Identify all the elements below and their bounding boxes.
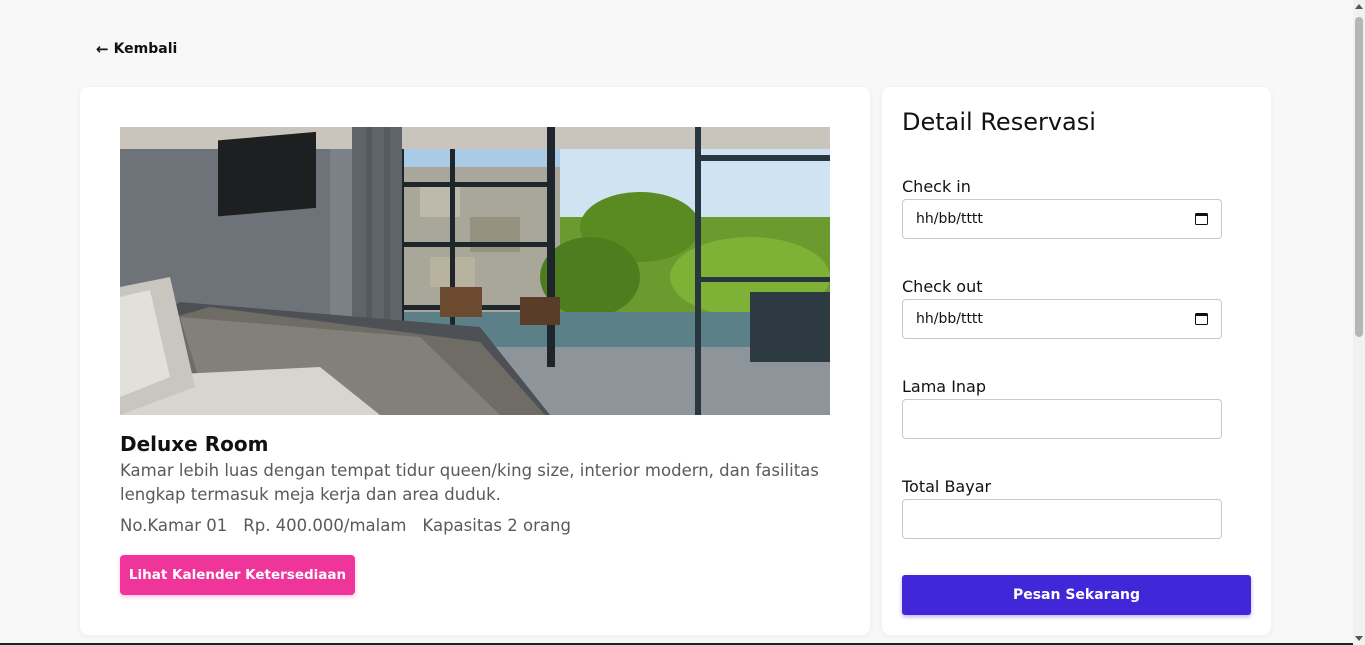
view-calendar-button[interactable]: Lihat Kalender Ketersediaan — [120, 555, 355, 595]
duration-label: Lama Inap — [902, 377, 987, 396]
total-label: Total Bayar — [902, 477, 992, 496]
calendar-icon[interactable] — [1195, 213, 1208, 225]
book-now-button[interactable]: Pesan Sekarang — [902, 575, 1251, 615]
room-photo — [120, 127, 830, 415]
reservation-title: Detail Reservasi — [902, 108, 1096, 136]
check-in-input[interactable]: hh/bb/tttt — [902, 199, 1222, 239]
room-capacity: Kapasitas 2 orang — [422, 516, 571, 535]
check-in-label: Check in — [902, 177, 971, 196]
reservation-card: Detail Reservasi Check in hh/bb/tttt Che… — [882, 87, 1271, 635]
room-title: Deluxe Room — [120, 432, 269, 456]
page: ← Kembali Deluxe Room Kamar lebih luas d… — [0, 0, 1365, 645]
calendar-icon[interactable] — [1195, 313, 1208, 325]
room-photo-illustration — [120, 127, 830, 415]
scroll-down-arrow-icon[interactable] — [1355, 636, 1363, 641]
room-price: Rp. 400.000/malam — [243, 516, 407, 535]
total-input[interactable] — [902, 499, 1222, 539]
room-card: Deluxe Room Kamar lebih luas dengan temp… — [80, 87, 870, 635]
duration-input[interactable] — [902, 399, 1222, 439]
check-out-input[interactable]: hh/bb/tttt — [902, 299, 1222, 339]
check-in-placeholder: hh/bb/tttt — [916, 211, 983, 227]
back-link-label: Kembali — [113, 41, 178, 57]
room-number: No.Kamar 01 — [120, 516, 228, 535]
check-out-label: Check out — [902, 277, 983, 296]
scrollbar[interactable] — [1353, 0, 1365, 645]
room-meta: No.Kamar 01 Rp. 400.000/malam Kapasitas … — [120, 516, 571, 535]
back-link[interactable]: ← Kembali — [96, 41, 177, 57]
scroll-up-arrow-icon[interactable] — [1355, 4, 1363, 9]
scroll-thumb[interactable] — [1355, 17, 1363, 337]
arrow-left-icon: ← — [96, 39, 109, 58]
check-out-placeholder: hh/bb/tttt — [916, 311, 983, 327]
room-description: Kamar lebih luas dengan tempat tidur que… — [120, 461, 819, 504]
